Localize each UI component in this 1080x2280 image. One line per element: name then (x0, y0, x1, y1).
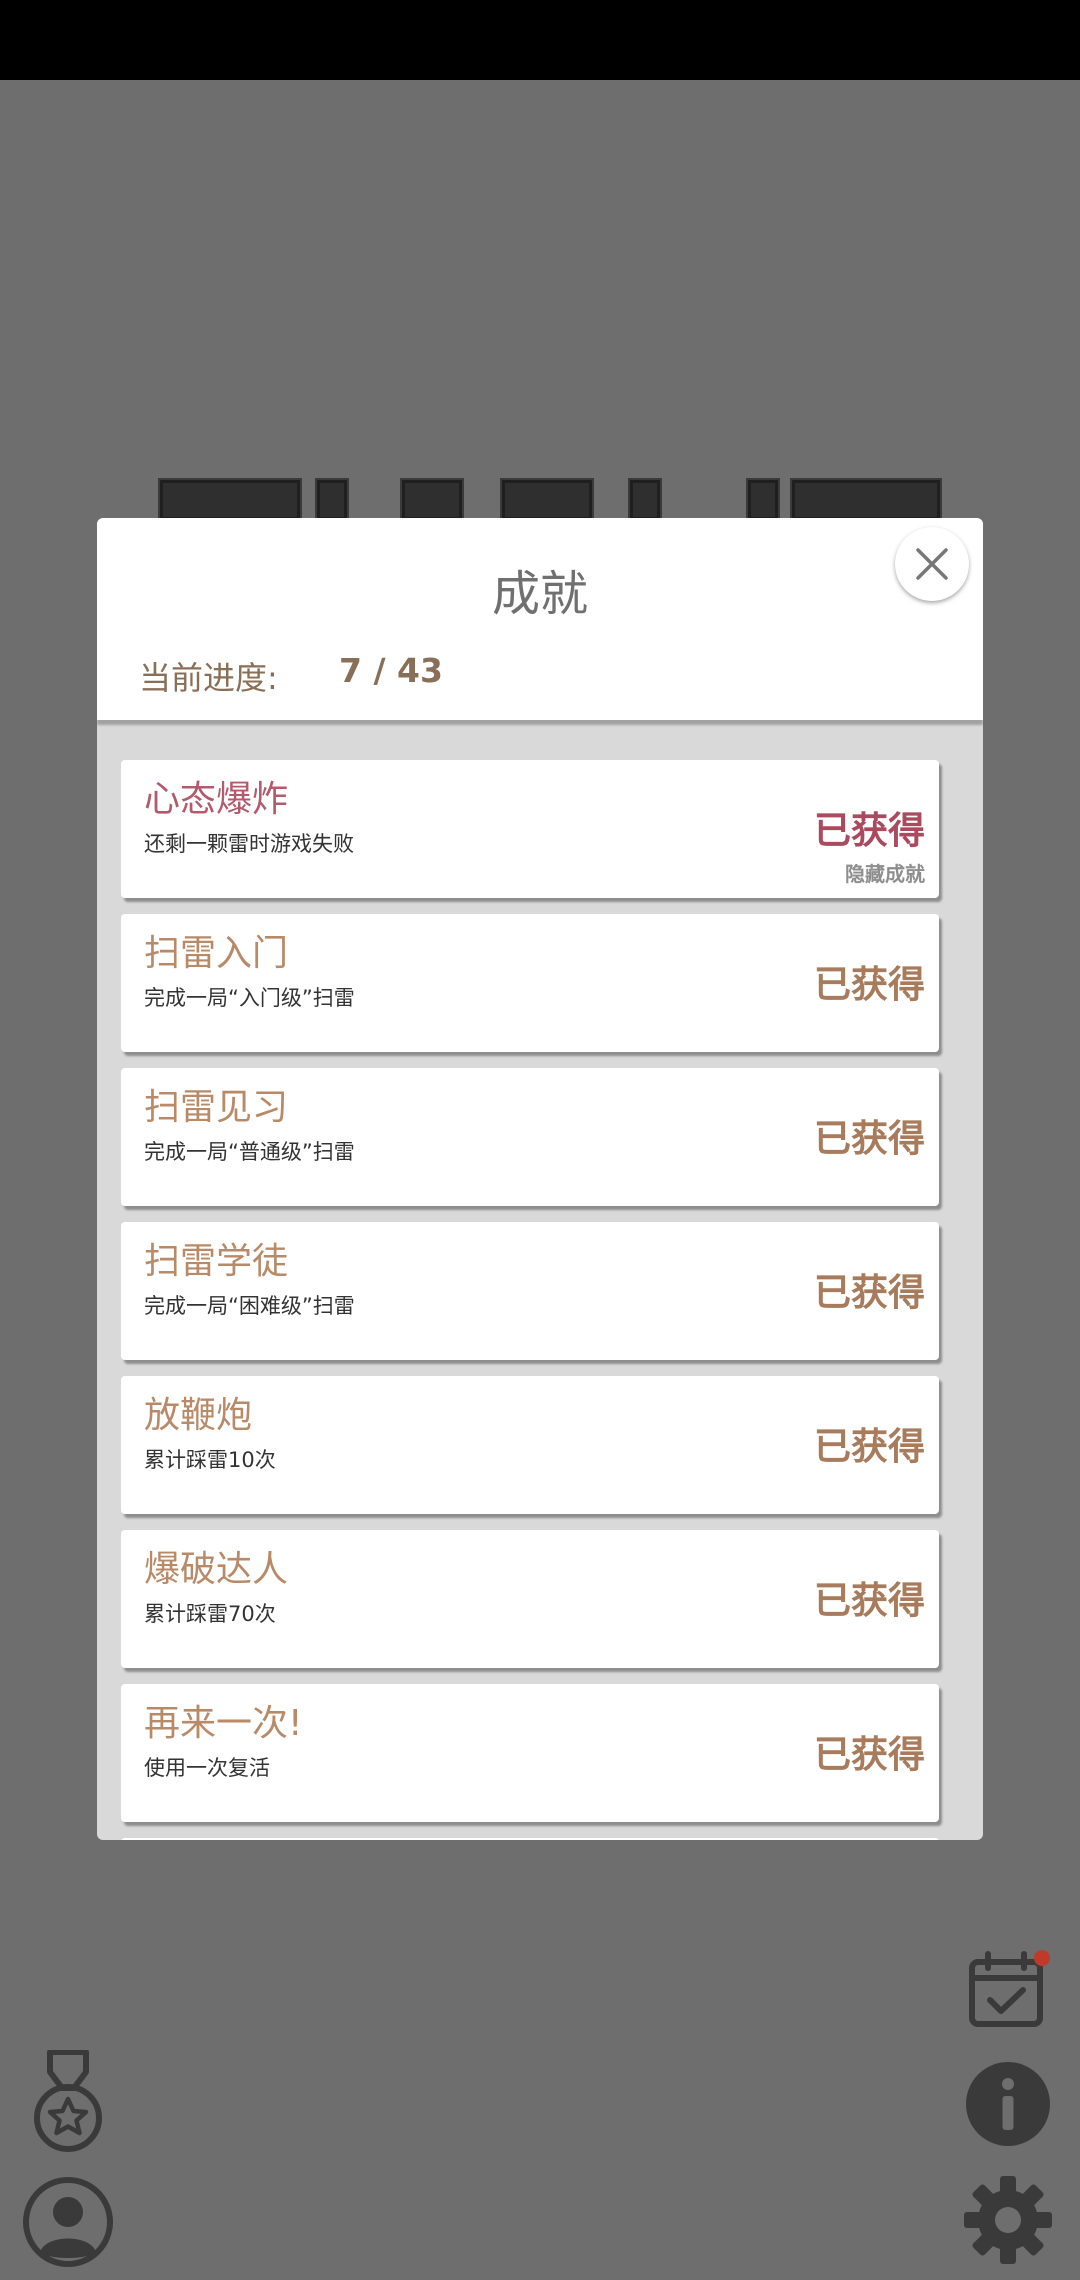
achievement-desc: 完成一局“普通级”扫雷 (144, 1140, 355, 1164)
hidden-achievement-tag: 隐藏成就 (845, 862, 925, 886)
achievement-title: 扫雷见习 (144, 1087, 289, 1128)
status-bar (0, 0, 1080, 80)
progress-label: 当前进度: (139, 659, 278, 697)
achievement-status: 已获得 (814, 1271, 925, 1314)
modal-title: 成就 (491, 566, 588, 622)
achievement-list[interactable]: 心态爆炸 还剩一颗雷时游戏失败 已获得 隐藏成就 扫雷入门 完成一局“入门级”扫… (97, 728, 983, 1840)
info-icon (966, 2062, 1050, 2146)
achievement-title: 再来一次! (144, 1703, 303, 1744)
achievement-status: 已获得 (814, 1579, 925, 1622)
daily-checkin-button[interactable] (966, 1950, 1050, 2030)
achievement-card: 心态爆炸 还剩一颗雷时游戏失败 已获得 隐藏成就 (121, 760, 939, 898)
medal-icon (34, 2050, 102, 2152)
achievement-desc: 使用一次复活 (144, 1756, 270, 1780)
achievement-card: 爆破达人 累计踩雷70次 已获得 (121, 1530, 939, 1668)
achievement-desc: 累计踩雷70次 (144, 1602, 276, 1626)
achievement-title: 心态爆炸 (144, 779, 289, 820)
achievements-modal: 成就 当前进度: 7 / 43 心态爆炸 还剩一颗雷时游戏失败 已获得 隐藏成就… (97, 518, 983, 1840)
gear-icon (964, 2176, 1052, 2264)
achievement-desc: 完成一局“困难级”扫雷 (144, 1294, 355, 1318)
achievement-title: 爆破达人 (144, 1549, 289, 1590)
achievement-card: 扫雷见习 完成一局“普通级”扫雷 已获得 (121, 1068, 939, 1206)
profile-button[interactable] (22, 2176, 114, 2268)
achievement-status: 已获得 (814, 1425, 925, 1468)
achievement-desc: 完成一局“入门级”扫雷 (144, 986, 355, 1010)
progress-value: 7 / 43 (339, 651, 443, 690)
achievement-desc: 还剩一颗雷时游戏失败 (144, 832, 354, 856)
close-icon (916, 548, 948, 580)
achievement-card: 放鞭炮 累计踩雷10次 已获得 (121, 1376, 939, 1514)
achievement-card: 扫雷入门 完成一局“入门级”扫雷 已获得 (121, 914, 939, 1052)
achievement-status: 已获得 (814, 1117, 925, 1160)
background-game-title (150, 478, 950, 522)
achievement-card: 再来一次! 使用一次复活 已获得 (121, 1684, 939, 1822)
achievement-title: 扫雷学徒 (144, 1241, 289, 1282)
settings-button[interactable] (962, 2174, 1054, 2266)
achievement-title: 扫雷入门 (144, 933, 289, 974)
achievement-desc: 累计踩雷10次 (144, 1448, 276, 1472)
achievement-title: 放鞭炮 (144, 1395, 253, 1436)
achievements-button[interactable] (30, 2050, 106, 2154)
achievement-card-partial (121, 1838, 939, 1840)
calendar-check-icon (969, 1950, 1050, 2027)
achievement-card: 扫雷学徒 完成一局“困难级”扫雷 已获得 (121, 1222, 939, 1360)
close-button[interactable] (895, 527, 969, 601)
info-button[interactable] (964, 2060, 1052, 2148)
achievement-status: 已获得 (814, 963, 925, 1006)
achievement-status: 已获得 (814, 809, 925, 852)
modal-header: 成就 当前进度: 7 / 43 (97, 518, 983, 720)
achievement-status: 已获得 (814, 1733, 925, 1776)
user-icon (23, 2177, 113, 2267)
